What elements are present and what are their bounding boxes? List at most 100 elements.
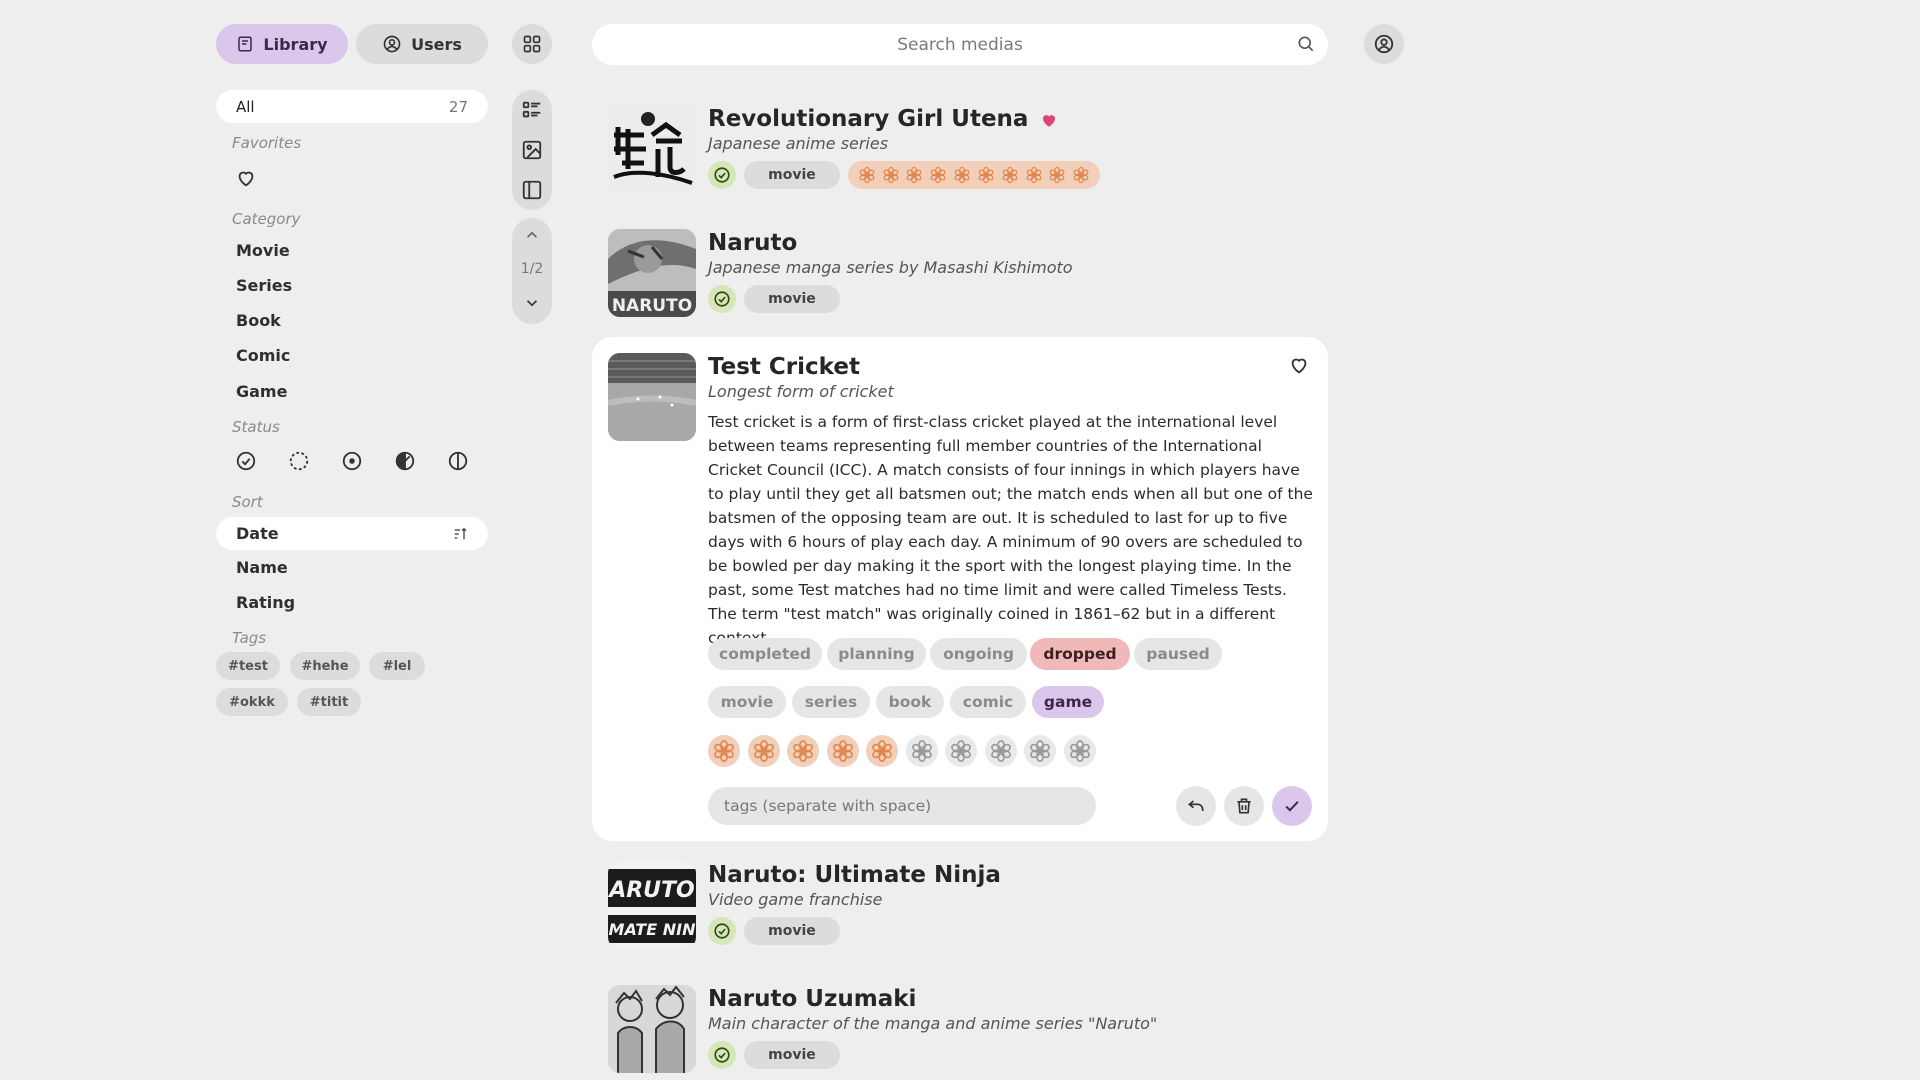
user-circle-icon — [382, 34, 402, 54]
media-thumbnail[interactable]: ARUTO MATE NIN — [608, 861, 696, 949]
rating-flower-icon[interactable] — [747, 735, 780, 767]
status-dropped-icon[interactable] — [394, 450, 416, 472]
category-pill[interactable]: movie — [744, 285, 840, 313]
flower-icon — [1025, 166, 1043, 184]
svg-text:ARUTO: ARUTO — [608, 878, 695, 903]
library-button[interactable]: Library — [216, 24, 348, 64]
media-thumbnail[interactable] — [608, 985, 696, 1073]
page-down-icon[interactable] — [512, 294, 552, 312]
image-view-icon[interactable] — [521, 139, 543, 161]
media-title[interactable]: Naruto: Ultimate Ninja — [708, 862, 1001, 888]
rating-flower-icon[interactable] — [708, 735, 740, 767]
tags-heading: Tags — [232, 629, 267, 647]
page-indicator: 1/2 — [520, 261, 544, 277]
media-subtitle: Video game franchise — [708, 890, 883, 909]
tag-chip[interactable]: #okkk — [216, 688, 288, 716]
rating-display — [848, 161, 1100, 189]
all-label: All — [236, 97, 255, 116]
filter-all[interactable]: All 27 — [216, 90, 488, 123]
tags-input[interactable] — [708, 787, 1096, 825]
flower-icon — [858, 166, 876, 184]
category-book[interactable]: Book — [236, 311, 281, 330]
rating-flower-icon[interactable] — [1024, 735, 1056, 767]
rating-flower-icon[interactable] — [984, 735, 1017, 767]
category-heading: Category — [232, 210, 301, 228]
favorites-heading: Favorites — [232, 134, 302, 152]
tag-chip[interactable]: #test — [216, 652, 280, 680]
favorite-toggle-heart-icon[interactable] — [1288, 354, 1312, 378]
flower-icon — [1072, 166, 1090, 184]
favorites-filter-heart-icon[interactable] — [235, 167, 257, 189]
rating-flower-icon[interactable] — [787, 735, 819, 767]
media-subtitle: Main character of the manga and anime se… — [708, 1014, 1158, 1033]
category-pill[interactable]: movie — [744, 917, 840, 945]
users-button[interactable]: Users — [356, 24, 488, 64]
all-count: 27 — [448, 97, 468, 116]
category-chip-game[interactable]: game — [1032, 686, 1104, 718]
status-completed-icon[interactable] — [708, 917, 736, 945]
undo-button[interactable] — [1176, 786, 1216, 826]
rating-flower-icon[interactable] — [1063, 735, 1096, 767]
users-label: Users — [411, 34, 462, 54]
grid-icon — [522, 34, 542, 54]
tag-chip[interactable]: #lel — [369, 652, 425, 680]
delete-button[interactable] — [1224, 786, 1264, 826]
status-chip-planning[interactable]: planning — [827, 638, 926, 670]
status-completed-icon[interactable] — [708, 1041, 736, 1069]
account-icon — [1373, 33, 1395, 55]
media-thumbnail[interactable] — [608, 105, 696, 193]
flower-icon — [1048, 166, 1066, 184]
rating-flower-icon[interactable] — [905, 735, 938, 767]
account-button[interactable] — [1364, 24, 1404, 64]
confirm-button[interactable] — [1272, 786, 1312, 826]
category-chip-movie[interactable]: movie — [708, 686, 786, 718]
book-icon — [236, 35, 254, 53]
media-title[interactable]: Test Cricket — [708, 354, 860, 380]
category-chip-book[interactable]: book — [876, 686, 944, 718]
status-chip-completed[interactable]: completed — [708, 638, 822, 670]
media-thumbnail[interactable]: NARUTO — [608, 229, 696, 317]
favorite-heart-icon[interactable] — [1040, 111, 1058, 129]
media-subtitle: Japanese anime series — [708, 134, 889, 153]
search-input[interactable] — [592, 24, 1328, 65]
tag-chip[interactable]: #titit — [297, 688, 361, 716]
category-pill[interactable]: movie — [744, 161, 840, 189]
rating-flower-icon[interactable] — [826, 735, 859, 767]
sort-rating[interactable]: Rating — [236, 593, 295, 612]
sort-date-label: Date — [236, 524, 279, 543]
status-completed-icon[interactable] — [708, 161, 736, 189]
category-game[interactable]: Game — [236, 382, 287, 401]
pagination: 1/2 — [512, 218, 552, 324]
category-chip-comic[interactable]: comic — [950, 686, 1026, 718]
undo-icon — [1186, 796, 1206, 816]
media-title[interactable]: Naruto — [708, 230, 797, 256]
media-thumbnail[interactable] — [608, 353, 696, 441]
category-pill[interactable]: movie — [744, 1041, 840, 1069]
status-chip-ongoing[interactable]: ongoing — [930, 638, 1027, 670]
page-up-icon[interactable] — [512, 226, 552, 244]
sort-name[interactable]: Name — [236, 558, 288, 577]
tag-chip[interactable]: #hehe — [290, 652, 360, 680]
rating-flower-icon[interactable] — [945, 735, 977, 767]
grid-view-button[interactable] — [512, 24, 552, 64]
list-view-icon[interactable] — [521, 99, 543, 121]
category-series[interactable]: Series — [236, 276, 292, 295]
sort-direction-icon[interactable] — [452, 526, 468, 542]
status-chip-paused[interactable]: paused — [1134, 638, 1222, 670]
category-chip-series[interactable]: series — [792, 686, 870, 718]
sidebar-view-icon[interactable] — [521, 179, 543, 201]
category-comic[interactable]: Comic — [236, 346, 290, 365]
status-chip-dropped[interactable]: dropped — [1030, 638, 1130, 670]
status-ongoing-icon[interactable] — [341, 450, 363, 472]
media-title[interactable]: Naruto Uzumaki — [708, 986, 916, 1012]
status-completed-icon[interactable] — [235, 450, 257, 472]
category-movie[interactable]: Movie — [236, 241, 290, 260]
media-title[interactable]: Revolutionary Girl Utena — [708, 106, 1058, 132]
status-paused-icon[interactable] — [447, 450, 469, 472]
status-planning-icon[interactable] — [288, 450, 310, 472]
flower-icon — [1001, 166, 1019, 184]
sort-date[interactable]: Date — [216, 517, 488, 550]
search-icon[interactable] — [1296, 34, 1316, 54]
status-completed-icon[interactable] — [708, 285, 736, 313]
rating-flower-icon[interactable] — [866, 735, 898, 767]
